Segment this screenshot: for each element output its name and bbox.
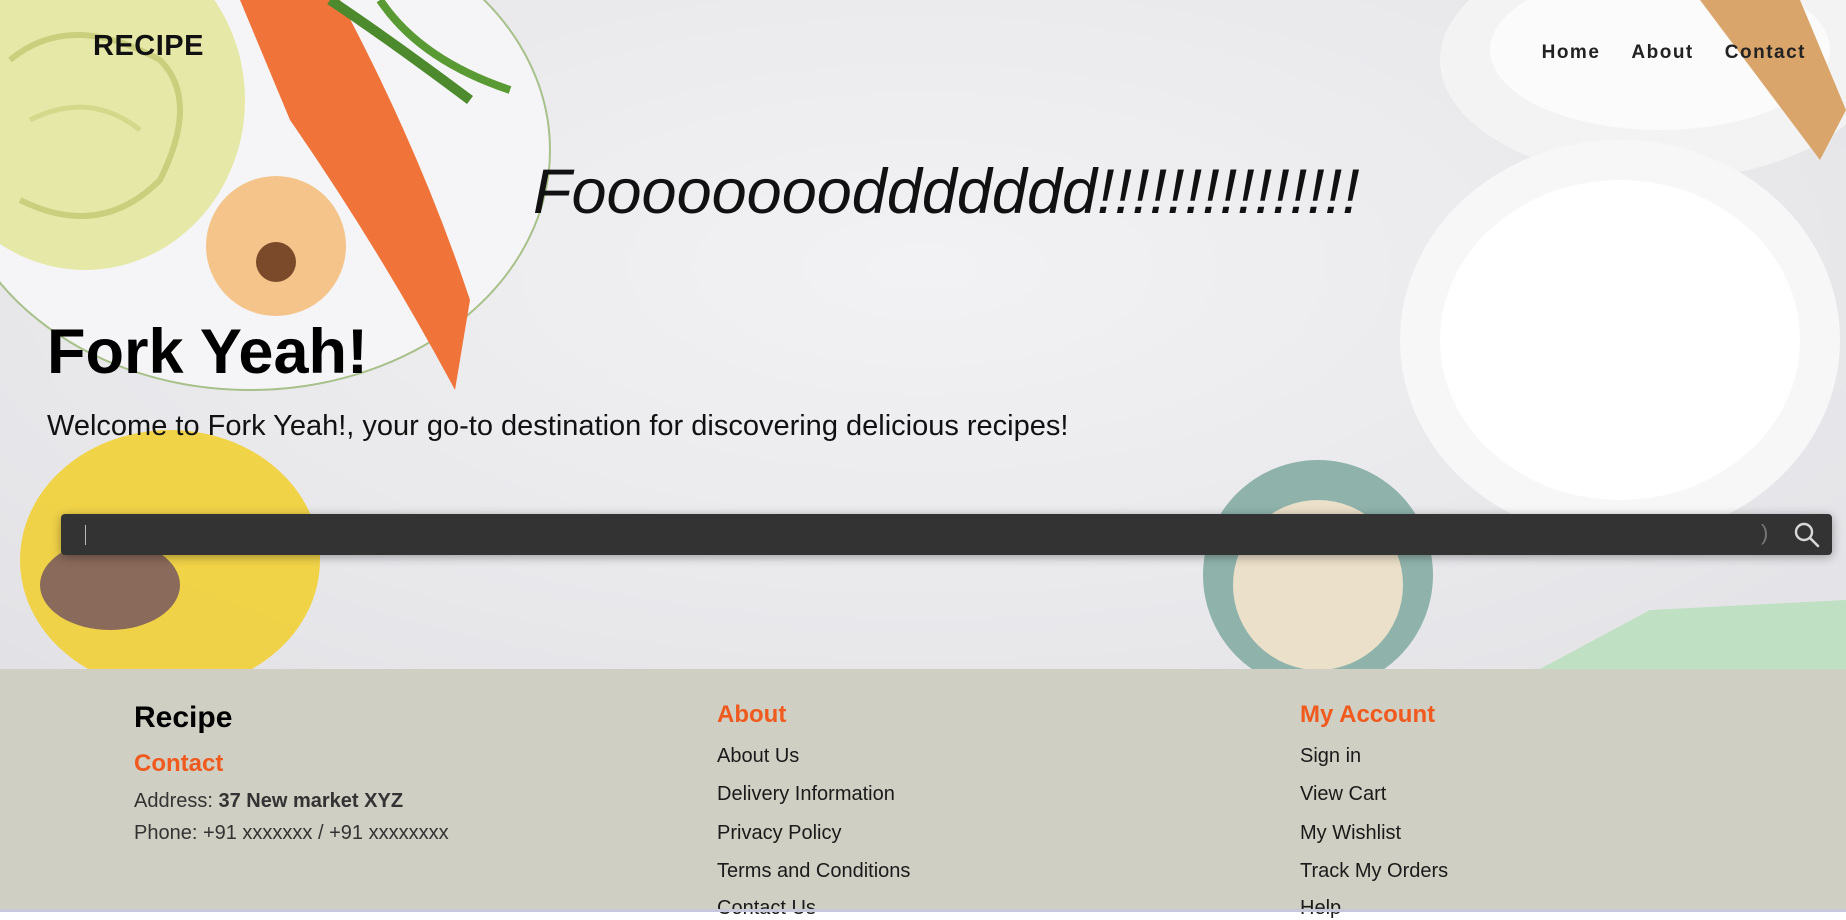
footer-link-about-us[interactable]: About Us [717,745,799,768]
welcome-text: Welcome to Fork Yeah!, your go-to destin… [47,410,1069,442]
footer-phone: Phone: +91 xxxxxxx / +91 xxxxxxxx [134,822,449,844]
footer-link-sign-in[interactable]: Sign in [1300,745,1361,768]
brand-logo[interactable]: RECIPE [93,30,204,63]
address-value: 37 New market XYZ [218,790,404,812]
footer-link-view-cart[interactable]: View Cart [1300,783,1386,806]
footer-about-heading: About [717,701,787,728]
address-label: Address: [134,790,213,812]
footer-address: Address: 37 New market XYZ [134,790,403,813]
main-nav: Home About Contact [1542,42,1806,64]
footer-brand: Recipe [134,701,233,734]
nav-home-link[interactable]: Home [1542,42,1601,64]
footer-link-privacy[interactable]: Privacy Policy [717,822,841,845]
footer-link-track-orders[interactable]: Track My Orders [1300,860,1448,883]
search-trailing-char: ) [1761,520,1769,545]
search-input[interactable] [75,520,1769,551]
footer-account-heading: My Account [1300,701,1436,728]
page-title: Fork Yeah! [47,317,368,387]
hero-tagline: Fooooooooddddddd!!!!!!!!!!!!!!! [533,157,1360,227]
footer-contact-heading: Contact [134,750,224,777]
nav-about-link[interactable]: About [1631,42,1693,64]
footer-link-delivery[interactable]: Delivery Information [717,783,895,806]
site-footer: Recipe Contact Address: 37 New market XY… [0,669,1846,919]
hero-section: RECIPE Home About Contact Fooooooooddddd… [0,0,1846,669]
search-bar: ) [61,514,1832,555]
footer-link-wishlist[interactable]: My Wishlist [1300,822,1401,845]
footer-link-terms[interactable]: Terms and Conditions [717,860,910,883]
nav-contact-link[interactable]: Contact [1725,42,1806,64]
search-icon[interactable] [1794,522,1820,548]
